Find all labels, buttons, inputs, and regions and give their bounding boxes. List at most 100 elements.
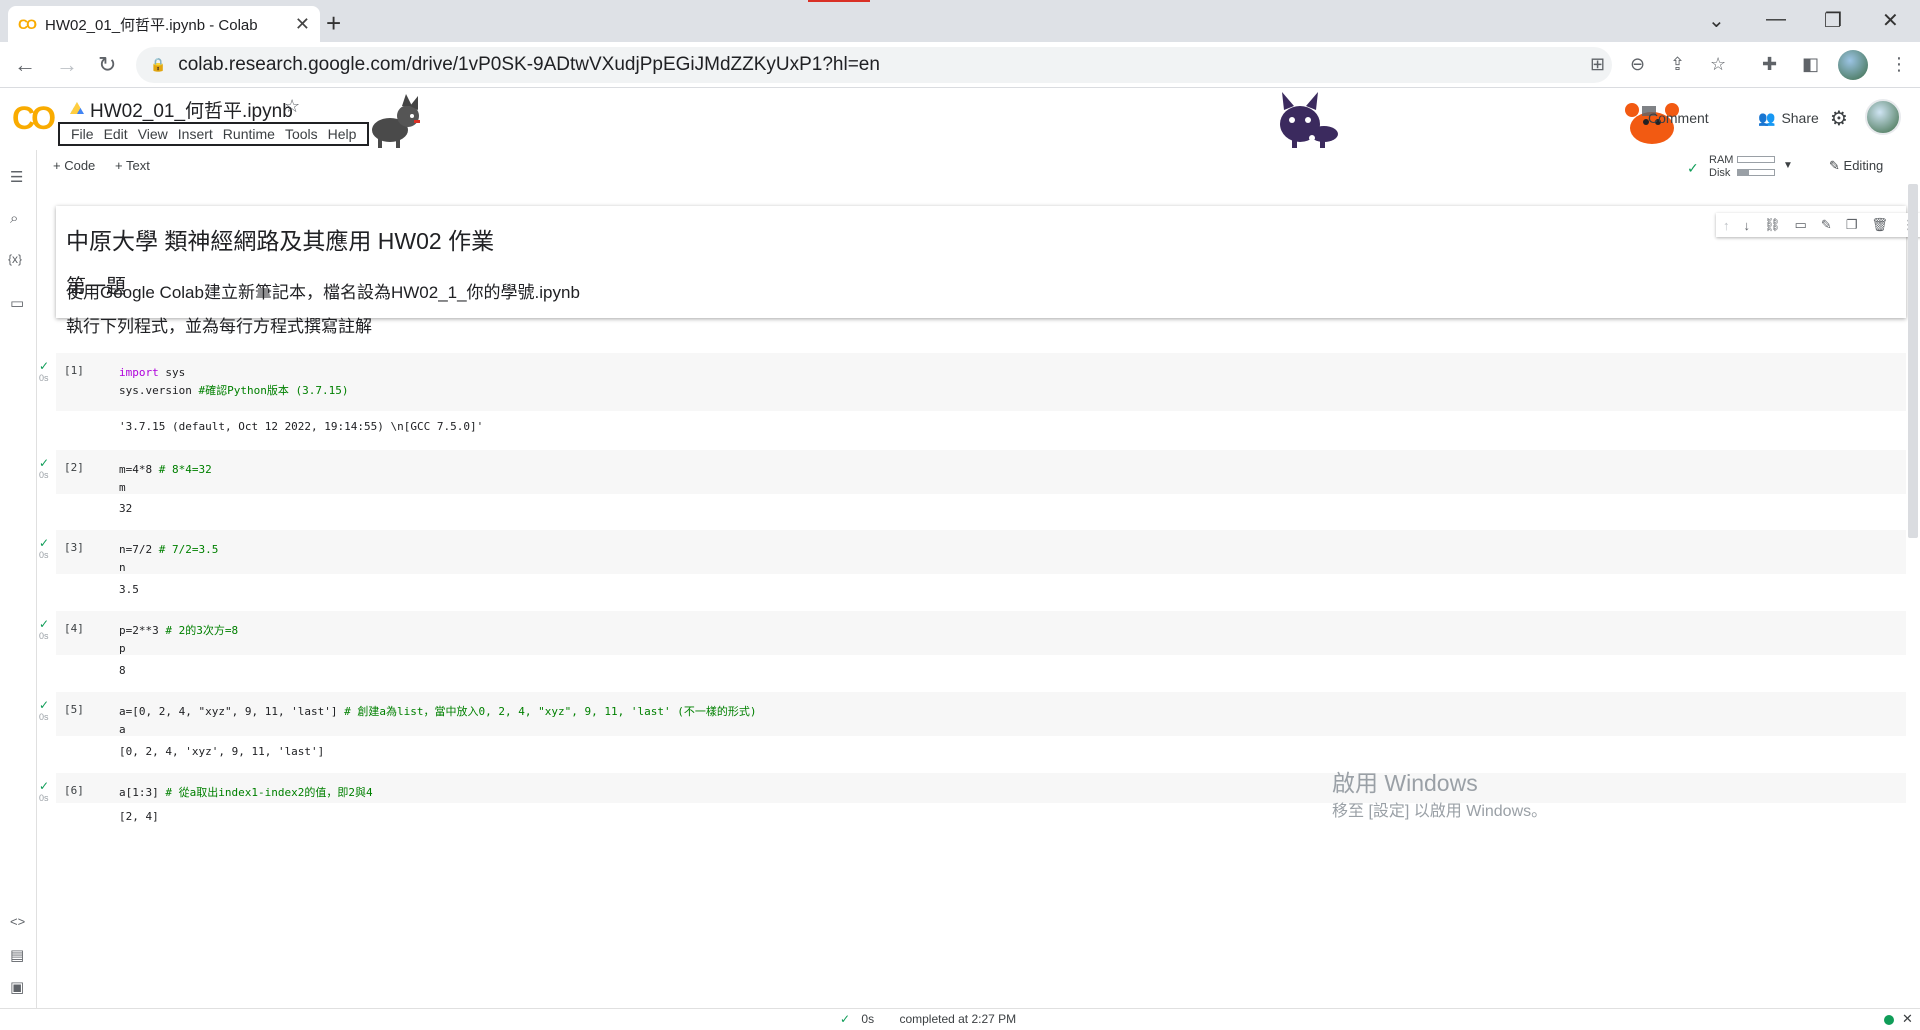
editing-mode-button[interactable]: ✎ Editing — [1829, 158, 1883, 174]
browser-toolbar: ← → ↻ 🔒 colab.research.google.com/drive/… — [0, 42, 1920, 88]
add-text-button[interactable]: + Text — [115, 158, 150, 173]
menu-view[interactable]: View — [133, 126, 173, 142]
lock-icon[interactable]: 🔒 — [150, 57, 166, 73]
zoom-icon[interactable]: ⊖ — [1630, 54, 1645, 75]
drive-icon[interactable] — [70, 102, 84, 114]
run-success-icon: ✓ — [39, 456, 50, 470]
gear-icon[interactable]: ⚙ — [1830, 106, 1848, 131]
code-editor[interactable]: [2] m=4*8 # 8*4=32 m — [56, 450, 1906, 494]
link-icon[interactable]: ⛓ — [1764, 217, 1781, 233]
windows-activation-watermark: 啟用 Windows — [1332, 770, 1478, 796]
command-palette-icon[interactable]: ▤ — [10, 946, 24, 964]
connection-status-icon[interactable] — [1884, 1015, 1894, 1025]
edit-icon[interactable]: ✎ — [1821, 217, 1832, 233]
code-editor[interactable]: [5] a=[0, 2, 4, "xyz", 9, 11, 'last'] # … — [56, 692, 1906, 736]
code-editor[interactable]: [1] import sys sys.version #確認Python版本 (… — [56, 353, 1906, 411]
notebook-title[interactable]: HW02_01_何哲平.ipynb — [90, 96, 293, 123]
tab-search-icon[interactable]: ⌄ — [1708, 8, 1725, 33]
exec-time: 0s — [39, 373, 49, 383]
menu-edit[interactable]: Edit — [99, 126, 133, 142]
cell-toolbar: + Code + Text ✓ RAM Disk ▼ ✎ Editing ⌃ — [37, 150, 1920, 184]
share-page-icon[interactable]: ⇪ — [1670, 54, 1685, 75]
scrollbar[interactable] — [1908, 184, 1918, 538]
menu-bar: File Edit View Insert Runtime Tools Help — [58, 122, 370, 146]
run-success-icon: ✓ — [39, 617, 50, 631]
delete-icon[interactable]: 🗑 — [1871, 217, 1888, 233]
status-bar: ✓ 0s completed at 2:27 PM ✕ — [0, 1008, 1920, 1030]
code-editor[interactable]: [4] p=2**3 # 2的3次方=8 p — [56, 611, 1906, 655]
code-editor[interactable]: [6] a[1:3] # 從a取出index1-index2的值，即2與4 — [56, 773, 1906, 803]
comment-button[interactable]: Comment — [1648, 110, 1709, 126]
close-status-icon[interactable]: ✕ — [1902, 1011, 1913, 1027]
comment-cell-icon[interactable]: ▭ — [1795, 217, 1807, 233]
menu-insert[interactable]: Insert — [173, 126, 218, 142]
code-text: n=7/2 # 7/2=3.5 n — [119, 543, 219, 574]
menu-tools[interactable]: Tools — [280, 126, 323, 142]
resources-indicator[interactable]: ✓ RAM Disk ▼ — [1687, 154, 1797, 180]
cell-output: 3.5 — [119, 583, 139, 596]
star-icon[interactable]: ☆ — [284, 96, 300, 117]
execution-status[interactable]: ✓ 0s completed at 2:27 PM — [840, 1012, 1016, 1026]
cell-output: [0, 2, 4, 'xyz', 9, 11, 'last'] — [119, 745, 325, 758]
code-editor[interactable]: [3] n=7/2 # 7/2=3.5 n — [56, 530, 1906, 574]
add-code-button[interactable]: + Code — [53, 158, 95, 173]
browser-tab[interactable]: CO HW02_01_何哲平.ipynb - Colab ✕ — [8, 6, 320, 42]
back-icon[interactable]: ← — [14, 52, 36, 78]
menu-runtime[interactable]: Runtime — [218, 126, 280, 142]
exec-count: [3] — [64, 541, 84, 554]
folder-icon[interactable]: ▭ — [10, 294, 24, 312]
move-down-icon[interactable]: ↓ — [1744, 218, 1751, 233]
reload-icon[interactable]: ↻ — [98, 52, 116, 78]
account-avatar[interactable] — [1865, 99, 1901, 135]
disk-bar — [1737, 169, 1775, 176]
new-tab-button[interactable]: + — [326, 8, 341, 39]
cell-output: 32 — [119, 502, 133, 515]
move-up-icon[interactable]: ↑ — [1723, 218, 1730, 233]
notebook-area: 中原大學 類神經網路及其應用 HW02 作業 第一題 ↑ ↓ ⛓ ▭ ✎ ❐ 🗑… — [37, 184, 1920, 1008]
variables-icon[interactable]: {x} — [8, 252, 22, 266]
comment-label: Comment — [1648, 110, 1709, 126]
markdown-line: 使用Google Colab建立新筆記本，檔名設為HW02_1_你的學號.ipy… — [66, 283, 580, 302]
close-window-button[interactable]: ✕ — [1882, 8, 1899, 33]
terminal-icon[interactable]: ▣ — [10, 978, 24, 996]
sidebar: ☰ ⌕ {x} ▭ <> ▤ ▣ — [0, 150, 37, 1008]
profile-avatar[interactable] — [1838, 50, 1868, 80]
exec-time: 0s — [39, 550, 49, 560]
bookmark-star-icon[interactable]: ☆ — [1710, 54, 1726, 75]
connected-check-icon: ✓ — [1687, 160, 1699, 176]
pencil-icon: ✎ — [1829, 158, 1840, 173]
cell-output: '3.7.15 (default, Oct 12 2022, 19:14:55)… — [119, 420, 484, 433]
share-button[interactable]: 👥 Share — [1758, 110, 1819, 127]
code-snippets-icon[interactable]: <> — [10, 914, 25, 929]
maximize-button[interactable]: ❐ — [1824, 8, 1842, 33]
table-of-contents-icon[interactable]: ☰ — [10, 168, 23, 186]
search-icon[interactable]: ⌕ — [10, 210, 18, 227]
code-text: a=[0, 2, 4, "xyz", 9, 11, 'last'] # 創建a為… — [119, 705, 757, 736]
translate-icon[interactable]: ⊞ — [1590, 54, 1605, 75]
cat-pet-icon — [1280, 92, 1338, 148]
windows-activation-hint: 移至 [設定] 以啟用 Windows。 — [1332, 803, 1548, 820]
menu-help[interactable]: Help — [323, 126, 362, 142]
ram-bar — [1737, 156, 1775, 163]
cell-output: [2, 4] — [119, 810, 159, 823]
chrome-menu-icon[interactable]: ⋮ — [1890, 54, 1908, 75]
recording-indicator — [808, 0, 870, 2]
close-tab-icon[interactable]: ✕ — [295, 14, 310, 35]
address-bar[interactable]: 🔒 colab.research.google.com/drive/1vP0SK… — [136, 47, 1612, 83]
exec-time: 0s — [39, 793, 49, 803]
status-completed: completed at 2:27 PM — [899, 1012, 1017, 1026]
colab-logo[interactable]: CO — [12, 100, 56, 137]
menu-file[interactable]: File — [66, 126, 99, 142]
forward-icon[interactable]: → — [56, 52, 78, 78]
cell-heading: 中原大學 類神經網路及其應用 HW02 作業 — [66, 228, 495, 254]
side-panel-icon[interactable]: ◧ — [1802, 54, 1819, 75]
exec-count: [6] — [64, 784, 84, 797]
resources-dropdown-icon[interactable]: ▼ — [1783, 160, 1793, 171]
run-success-icon: ✓ — [39, 779, 50, 793]
exec-count: [1] — [64, 364, 84, 377]
share-people-icon: 👥 — [1758, 110, 1776, 126]
minimize-button[interactable]: — — [1766, 8, 1786, 31]
mirror-cell-icon[interactable]: ❐ — [1846, 217, 1858, 233]
disk-label: Disk — [1709, 167, 1731, 179]
extensions-icon[interactable]: ✚ — [1762, 54, 1777, 75]
